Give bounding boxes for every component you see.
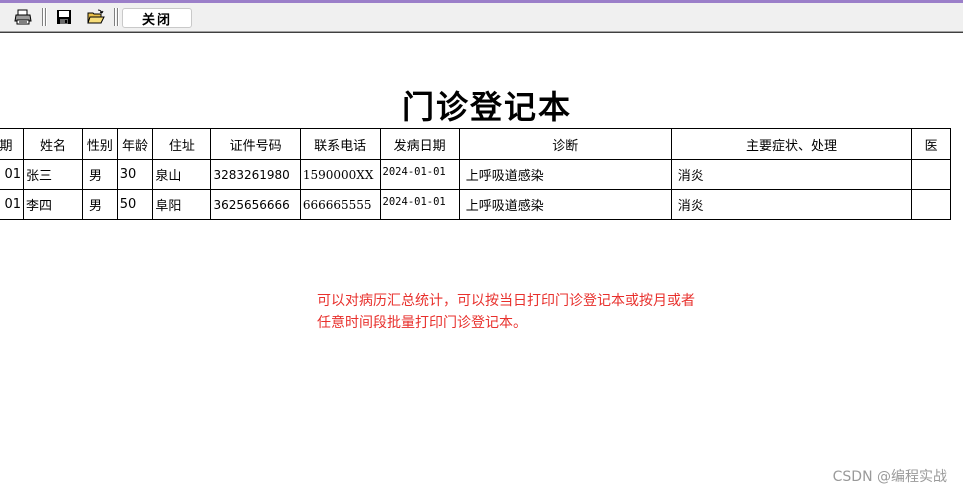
toolbar-separator xyxy=(42,8,43,26)
column-header-onset-date: 发病日期 xyxy=(379,128,460,160)
cell-doctor xyxy=(911,159,951,190)
cell-date: 01 xyxy=(0,159,25,190)
cell-treatment: 消炎 xyxy=(670,159,913,190)
cell-name: 李四 xyxy=(23,189,84,220)
cell-gender: 男 xyxy=(82,189,118,220)
cell-onset-date: 2024-01-01 xyxy=(379,189,460,220)
column-header-treatment: 主要症状、处理 xyxy=(670,128,913,160)
cell-age: 50 xyxy=(116,189,154,220)
table-row: 01 李四 男 50 阜阳 3625656666 666665555 2024-… xyxy=(0,189,951,220)
cell-diagnosis: 上呼吸道感染 xyxy=(458,189,672,220)
cell-address: 阜阳 xyxy=(152,189,212,220)
watermark: CSDN @编程实战 xyxy=(832,469,947,485)
cell-age: 30 xyxy=(116,159,154,190)
column-header-date: 期 xyxy=(0,128,25,160)
open-folder-icon xyxy=(87,9,105,24)
cell-phone: 1590000XX xyxy=(299,159,381,190)
close-button[interactable]: 关闭 xyxy=(122,8,192,28)
cell-date: 01 xyxy=(0,189,25,220)
register-table: 期 姓名 性别 年龄 住址 证件号码 联系电话 发病日期 诊断 主要症状、处理 … xyxy=(0,128,951,220)
open-button[interactable] xyxy=(85,7,107,27)
toolbar-separator xyxy=(45,8,46,26)
column-header-age: 年龄 xyxy=(116,128,154,160)
table-header-row: 期 姓名 性别 年龄 住址 证件号码 联系电话 发病日期 诊断 主要症状、处理 … xyxy=(0,128,951,160)
cell-id-number: 3625656666 xyxy=(210,189,301,220)
report-title: 门诊登记本 xyxy=(401,88,572,126)
print-button[interactable] xyxy=(12,7,34,27)
annotation-line: 任意时间段批量打印门诊登记本。 xyxy=(317,315,527,331)
annotation-text: 可以对病历汇总统计，可以按当日打印门诊登记本或按月或者 任意时间段批量打印门诊登… xyxy=(317,290,777,334)
column-header-gender: 性别 xyxy=(82,128,118,160)
column-header-id-number: 证件号码 xyxy=(210,128,301,160)
cell-treatment: 消炎 xyxy=(670,189,913,220)
table-row: 01 张三 男 30 泉山 3283261980 1590000XX 2024-… xyxy=(0,159,951,190)
column-header-doctor: 医 xyxy=(911,128,951,160)
save-button[interactable] xyxy=(53,7,75,27)
cell-address: 泉山 xyxy=(152,159,212,190)
toolbar-separator xyxy=(114,8,115,26)
toolbar-divider xyxy=(0,32,963,33)
toolbar: 关闭 xyxy=(0,3,963,32)
floppy-disk-icon xyxy=(57,10,71,24)
column-header-address: 住址 xyxy=(152,128,212,160)
printer-icon xyxy=(14,9,32,25)
cell-doctor xyxy=(911,189,951,220)
column-header-phone: 联系电话 xyxy=(299,128,381,160)
annotation-line: 可以对病历汇总统计，可以按当日打印门诊登记本或按月或者 xyxy=(317,293,695,309)
cell-onset-date: 2024-01-01 xyxy=(379,159,460,190)
cell-name: 张三 xyxy=(23,159,84,190)
cell-gender: 男 xyxy=(82,159,118,190)
cell-phone: 666665555 xyxy=(299,189,381,220)
cell-diagnosis: 上呼吸道感染 xyxy=(458,159,672,190)
column-header-name: 姓名 xyxy=(23,128,84,160)
column-header-diagnosis: 诊断 xyxy=(458,128,672,160)
toolbar-separator xyxy=(117,8,118,26)
cell-id-number: 3283261980 xyxy=(210,159,301,190)
